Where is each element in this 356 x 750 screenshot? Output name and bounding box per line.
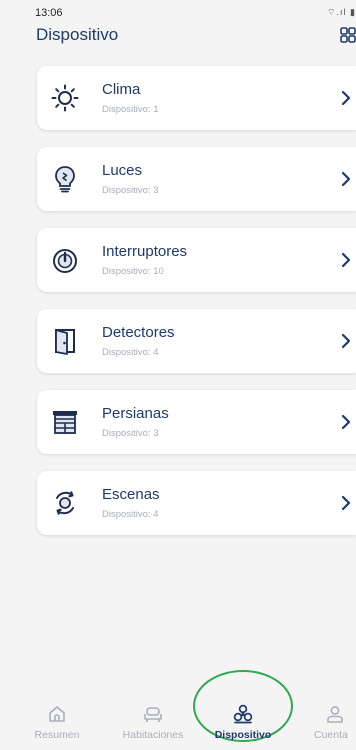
nav-label: Cuenta xyxy=(314,729,348,741)
nav-tab-dispositivo[interactable]: Dispositivo xyxy=(203,690,283,750)
status-time: 13:06 xyxy=(35,7,63,19)
chevron-right-icon xyxy=(341,414,351,430)
lightbulb-icon xyxy=(55,166,75,193)
chevron-right-icon xyxy=(341,252,351,268)
device-card-count: Dispositivo: 1 xyxy=(102,104,159,115)
device-card-title: Persianas xyxy=(102,405,169,422)
nav-label: Dispositivo xyxy=(214,729,272,741)
power-icon xyxy=(53,249,77,273)
device-card-count: Dispositivo: 3 xyxy=(102,428,159,439)
device-card-title: Detectores xyxy=(102,324,175,341)
device-card-luces[interactable]: Luces Dispositivo: 3 xyxy=(37,147,356,211)
chevron-right-icon xyxy=(341,171,351,187)
sun-icon xyxy=(51,84,79,112)
device-card-persianas[interactable]: Persianas Dispositivo: 3 xyxy=(37,390,356,454)
device-card-count: Dispositivo: 3 xyxy=(102,185,159,196)
grid-view-icon[interactable] xyxy=(340,27,356,43)
chevron-right-icon xyxy=(341,495,351,511)
nav-tab-resumen[interactable]: Resumen xyxy=(22,690,92,750)
nav-label: Habitaciones xyxy=(122,729,184,741)
device-card-escenas[interactable]: Escenas Dispositivo: 4 xyxy=(37,471,356,535)
chevron-right-icon xyxy=(341,333,351,349)
chevron-right-icon xyxy=(341,90,351,106)
page-title: Dispositivo xyxy=(36,25,119,44)
device-card-title: Clima xyxy=(102,81,141,98)
status-icons: ⌔.ıl ▮ xyxy=(327,7,356,17)
blinds-icon xyxy=(53,411,77,434)
device-card-interruptores[interactable]: Interruptores Dispositivo: 10 xyxy=(37,228,356,292)
scenes-icon xyxy=(56,491,74,515)
user-icon xyxy=(327,706,343,723)
sofa-icon xyxy=(144,707,162,722)
device-card-count: Dispositivo: 10 xyxy=(102,266,164,277)
device-card-title: Luces xyxy=(102,162,143,179)
home-icon xyxy=(49,706,65,722)
fan-icon xyxy=(233,704,253,724)
status-bar: 13:06 ⌔.ıl ▮ xyxy=(0,0,356,26)
bottom-nav: Resumen Habitaciones Dispositivo Cuenta xyxy=(0,690,356,750)
device-card-count: Dispositivo: 4 xyxy=(102,347,159,358)
door-sensor-icon xyxy=(55,329,75,355)
device-card-title: Interruptores xyxy=(102,243,188,260)
nav-tab-cuenta[interactable]: Cuenta xyxy=(306,690,356,750)
device-card-detectores[interactable]: Detectores Dispositivo: 4 xyxy=(37,309,356,373)
nav-tab-habitaciones[interactable]: Habitaciones xyxy=(110,690,196,750)
device-card-title: Escenas xyxy=(102,486,160,503)
device-card-count: Dispositivo: 4 xyxy=(102,509,159,520)
nav-label: Resumen xyxy=(34,729,80,741)
device-card-clima[interactable]: Clima Dispositivo: 1 xyxy=(37,66,356,130)
